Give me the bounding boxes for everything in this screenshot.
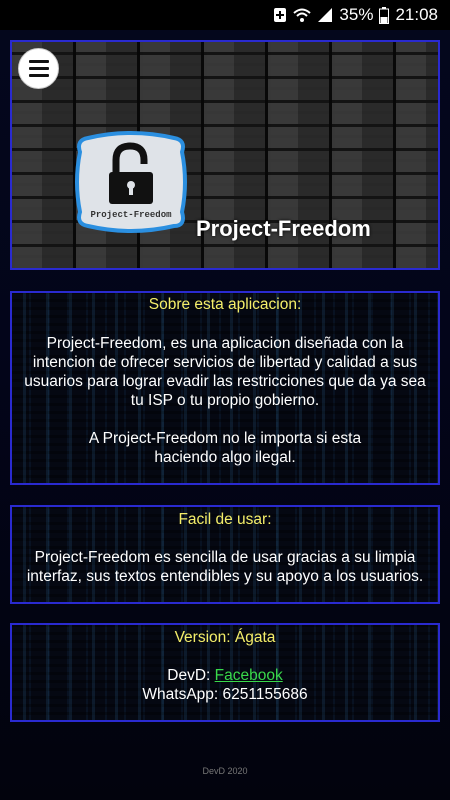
app-logo: Project-Freedom (74, 130, 188, 234)
dev-label: DevD: (167, 667, 215, 684)
about-heading: Sobre esta aplicacion: (148, 296, 302, 313)
battery-icon (379, 6, 390, 24)
wifi-icon (293, 7, 312, 23)
facebook-link[interactable]: Facebook (215, 667, 283, 684)
footer-credit: DevD 2020 (202, 766, 248, 776)
about-card: Sobre esta aplicacion: Project-Freedom, … (10, 291, 440, 485)
version-card: Version: Ágata DevD: Facebook WhatsApp: … (10, 623, 440, 722)
version-heading: Version: Ágata (174, 629, 276, 646)
dev-line: DevD: Facebook (12, 666, 438, 685)
whatsapp-line: WhatsApp: 6251155686 (142, 686, 308, 703)
battery-percent: 35% (339, 5, 374, 24)
menu-button[interactable] (18, 48, 59, 89)
clock: 21:08 (395, 5, 438, 24)
hamburger-icon (28, 60, 49, 63)
status-bar: 35% 21:08 (0, 0, 450, 30)
about-paragraph: Project-Freedom, es una aplicacion diseñ… (24, 335, 426, 409)
about-disclaimer: A Project-Freedom no le importa si esta … (88, 430, 362, 466)
app-title: Project-Freedom (196, 216, 371, 241)
logo-text: Project-Freedom (90, 210, 172, 220)
notification-icon (273, 7, 287, 23)
easy-card: Facil de usar: Project-Freedom es sencil… (10, 505, 440, 604)
signal-icon (317, 7, 333, 23)
easy-text: Project-Freedom es sencilla de usar grac… (26, 549, 424, 585)
easy-heading: Facil de usar: (178, 511, 272, 528)
